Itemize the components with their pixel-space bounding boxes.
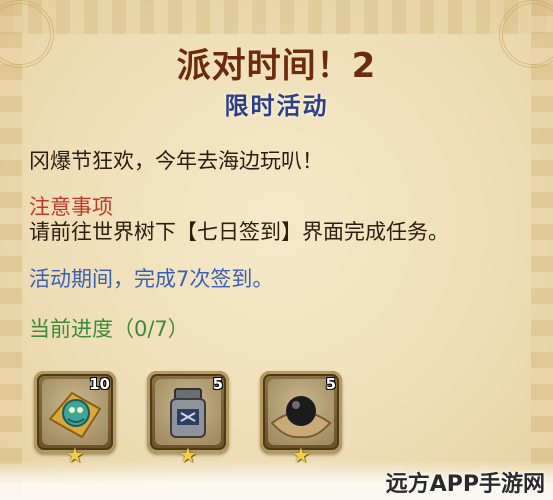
reward-slot[interactable]: 5 ★ (260, 371, 342, 466)
jar-icon (155, 379, 221, 445)
ornament-frame-top (0, 0, 553, 34)
event-subtitle: 限时活动 (224, 92, 329, 120)
period-text: 活动期间，完成7次签到。 (29, 267, 274, 291)
reward-count: 5 (212, 375, 223, 393)
reward-count: 10 (89, 375, 110, 393)
event-title: 派对时间！2 (176, 46, 377, 86)
black-pearl-icon (268, 379, 334, 445)
progress-text: 当前进度（0/7） (29, 317, 189, 341)
watermark-text: 远方APP手游网 (385, 472, 545, 497)
notice-text: 请前往世界树下【七日签到】界面完成任务。 (29, 220, 449, 244)
reward-slot[interactable]: 10 ★ (34, 371, 116, 466)
event-intro-text: 冈爆节狂欢，今年去海边玩叭！ (29, 149, 323, 173)
event-panel: 派对时间！2 限时活动 冈爆节狂欢，今年去海边玩叭！ 注意事项 请前往世界树下【… (0, 0, 553, 500)
reward-count: 5 (325, 375, 336, 393)
reward-slot[interactable]: 5 ★ (147, 371, 229, 466)
